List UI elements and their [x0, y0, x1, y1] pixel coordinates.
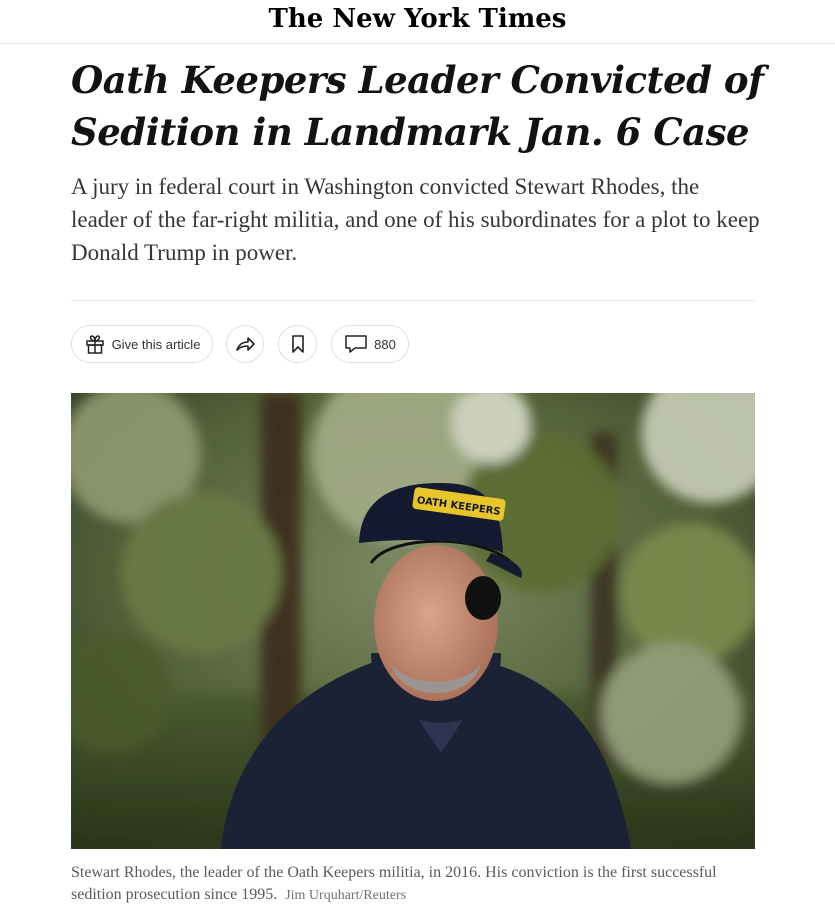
divider: [71, 300, 755, 301]
photo-caption: Stewart Rhodes, the leader of the Oath K…: [71, 862, 755, 907]
photo-credit: Jim Urquhart/Reuters: [285, 888, 407, 903]
share-arrow-icon: [234, 333, 256, 355]
comments-button[interactable]: 880: [331, 325, 409, 363]
comment-bubble-icon: [344, 334, 368, 354]
article-headline: Oath Keepers Leader Convicted of Seditio…: [71, 58, 764, 154]
save-button[interactable]: [278, 325, 317, 363]
bookmark-icon: [289, 334, 307, 354]
gift-icon: [84, 333, 106, 355]
give-article-button[interactable]: Give this article: [71, 325, 213, 363]
nyt-logo[interactable]: The New York Times: [0, 4, 835, 34]
share-button[interactable]: [226, 325, 264, 363]
article-photo[interactable]: OATH KEEPERS: [71, 393, 755, 849]
masthead: The New York Times: [0, 0, 835, 44]
comment-count: 880: [374, 336, 396, 352]
give-article-label: Give this article: [111, 336, 201, 352]
article-summary: A jury in federal court in Washington co…: [71, 174, 760, 265]
portrait-image: OATH KEEPERS: [71, 393, 755, 849]
